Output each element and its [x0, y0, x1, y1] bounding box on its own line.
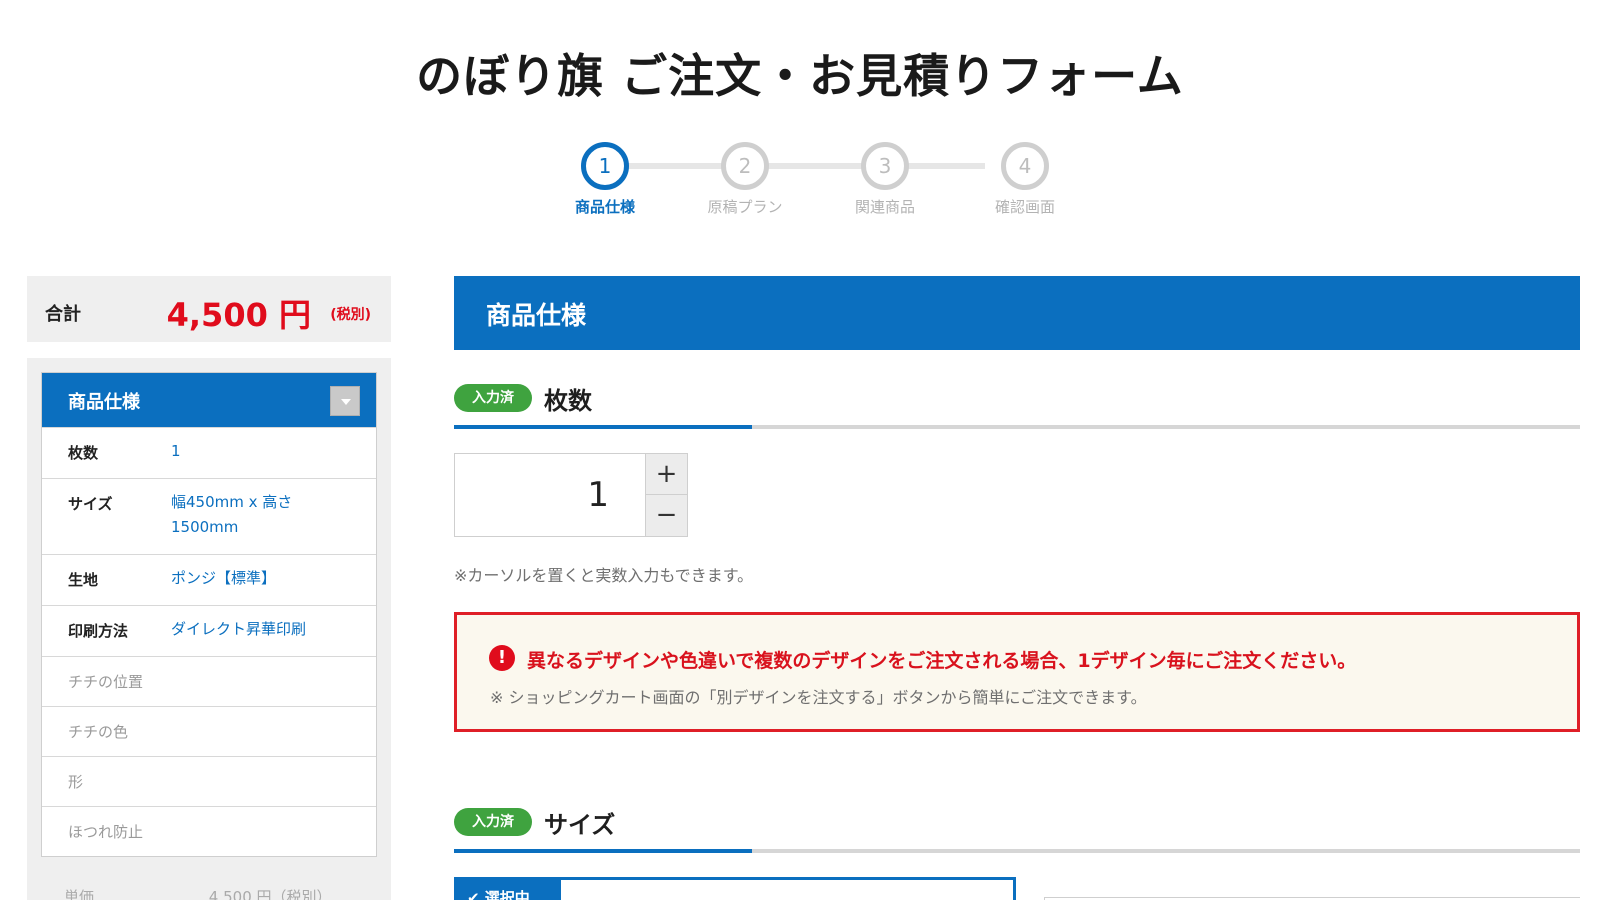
spec-summary-panel: 商品仕様 枚数 1 サイズ 幅450mm x 高さ 1500mm 生地 ポンジ【… [41, 372, 377, 857]
summary-row-quantity: 枚数 1 [42, 427, 376, 478]
summary-key: チチの色 [68, 723, 129, 741]
step-1-circle: 1 [581, 142, 629, 190]
step-3-label: 関連商品 [854, 198, 915, 216]
summary-row-loop-color: チチの色 [42, 706, 376, 756]
quantity-stepper: + − [454, 453, 688, 537]
page-title: のぼり旗 ご注文・お見積りフォーム [416, 49, 1184, 103]
summary-row-print-method: 印刷方法 ダイレクト昇華印刷 [42, 605, 376, 656]
summary-value[interactable]: 1 [171, 439, 181, 464]
main-section-header: 商品仕様 [454, 276, 1580, 350]
section-rule [454, 849, 1580, 853]
summary-key: サイズ [68, 495, 113, 513]
entered-badge: 入力済 [454, 384, 532, 412]
alert-message: 異なるデザインや色違いで複数のデザインをご注文される場合、1デザイン毎にご注文く… [527, 650, 1357, 672]
step-2[interactable]: 2 原稿プラン [685, 142, 805, 217]
summary-key: 印刷方法 [68, 622, 129, 640]
alert-subtext: ※ ショッピングカート画面の「別デザインを注文する」ボタンから簡単にご注文できま… [490, 688, 1147, 707]
step-2-circle: 2 [721, 142, 769, 190]
summary-key: 形 [68, 773, 84, 791]
section-rule-fill [454, 425, 752, 429]
step-1[interactable]: 1 商品仕様 [545, 142, 665, 217]
sidebar-summary: 商品仕様 枚数 1 サイズ 幅450mm x 高さ 1500mm 生地 ポンジ【… [27, 358, 391, 900]
summary-row-fabric: 生地 ポンジ【標準】 [42, 554, 376, 605]
section-title-quantity: 枚数 [544, 387, 592, 415]
summary-key: ほつれ防止 [68, 823, 144, 841]
progress-stepper: 1 商品仕様 2 原稿プラン 3 関連商品 4 確認画面 [545, 142, 1055, 222]
section-quantity: 入力済 枚数 [454, 381, 1580, 433]
section-title-size: サイズ [544, 811, 616, 839]
quantity-minus-button[interactable]: − [645, 495, 687, 536]
summary-value[interactable]: 幅450mm x 高さ 1500mm [171, 490, 321, 540]
summary-key: チチの位置 [68, 673, 144, 691]
total-label: 合計 [45, 304, 81, 325]
quantity-input[interactable] [455, 454, 645, 536]
section-rule-fill [454, 849, 752, 853]
summary-value[interactable]: ポンジ【標準】 [171, 566, 276, 591]
unit-price-row: 単価 4,500 円（税別） [64, 886, 364, 900]
spec-summary-header[interactable]: 商品仕様 [42, 373, 376, 427]
step-3[interactable]: 3 関連商品 [825, 142, 945, 217]
total-summary: 合計 4,500 円 (税別) [27, 276, 391, 342]
summary-value[interactable]: ダイレクト昇華印刷 [171, 617, 306, 642]
step-4-label: 確認画面 [994, 198, 1055, 216]
summary-row-size: サイズ 幅450mm x 高さ 1500mm [42, 478, 376, 554]
quantity-note: ※カーソルを置くと実数入力もできます。 [454, 566, 754, 585]
unit-price-label: 単価 [64, 888, 95, 900]
section-rule [454, 425, 1580, 429]
spec-summary-title: 商品仕様 [68, 392, 140, 413]
summary-row-shape: 形 [42, 756, 376, 806]
unit-price-value: 4,500 円（税別） [208, 888, 332, 900]
section-size: 入力済 サイズ [454, 805, 1580, 857]
summary-row-loop-position: チチの位置 [42, 656, 376, 706]
total-tax-note: (税別) [330, 307, 371, 323]
summary-row-fray-prevention: ほつれ防止 [42, 806, 376, 856]
step-2-label: 原稿プラン [707, 198, 783, 216]
multi-design-alert: ! 異なるデザインや色違いで複数のデザインをご注文される場合、1デザイン毎にご注… [454, 612, 1580, 732]
step-3-circle: 3 [861, 142, 909, 190]
step-1-label: 商品仕様 [574, 198, 635, 216]
selected-tag: ✔ 選択中 [457, 880, 561, 900]
summary-key: 枚数 [68, 444, 99, 462]
size-option-selected[interactable]: ✔ 選択中 [454, 877, 1016, 900]
step-4[interactable]: 4 確認画面 [965, 142, 1085, 217]
summary-key: 生地 [68, 571, 99, 589]
quantity-plus-button[interactable]: + [645, 454, 687, 495]
step-4-circle: 4 [1001, 142, 1049, 190]
exclamation-icon: ! [489, 645, 515, 671]
total-price: 4,500 円 [166, 296, 311, 334]
collapse-toggle-icon[interactable] [330, 386, 360, 416]
entered-badge: 入力済 [454, 808, 532, 836]
